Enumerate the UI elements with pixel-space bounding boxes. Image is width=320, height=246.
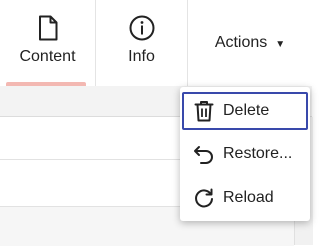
tab-info[interactable]: Info: [96, 0, 188, 86]
actions-menu: Delete Restore... Reload: [180, 87, 310, 221]
menu-item-reload[interactable]: Reload: [182, 179, 308, 217]
toolbar: Content Info Actions ▼: [0, 0, 312, 86]
undo-icon: [193, 143, 215, 165]
actions-label: Actions: [214, 34, 268, 51]
actions-dropdown-button[interactable]: Actions ▼: [188, 0, 312, 86]
tab-content[interactable]: Content: [0, 0, 96, 86]
menu-item-restore-label: Restore...: [223, 145, 293, 162]
reload-icon: [193, 187, 215, 209]
menu-item-reload-label: Reload: [223, 189, 274, 206]
chevron-down-icon: ▼: [275, 38, 286, 50]
menu-item-delete-label: Delete: [223, 102, 270, 119]
menu-item-restore[interactable]: Restore...: [182, 135, 308, 173]
tab-info-label: Info: [128, 48, 155, 65]
info-icon: [129, 14, 155, 42]
document-icon: [35, 14, 61, 42]
menu-item-delete[interactable]: Delete: [182, 92, 308, 130]
trash-icon: [193, 100, 215, 122]
tab-content-label: Content: [19, 48, 76, 65]
